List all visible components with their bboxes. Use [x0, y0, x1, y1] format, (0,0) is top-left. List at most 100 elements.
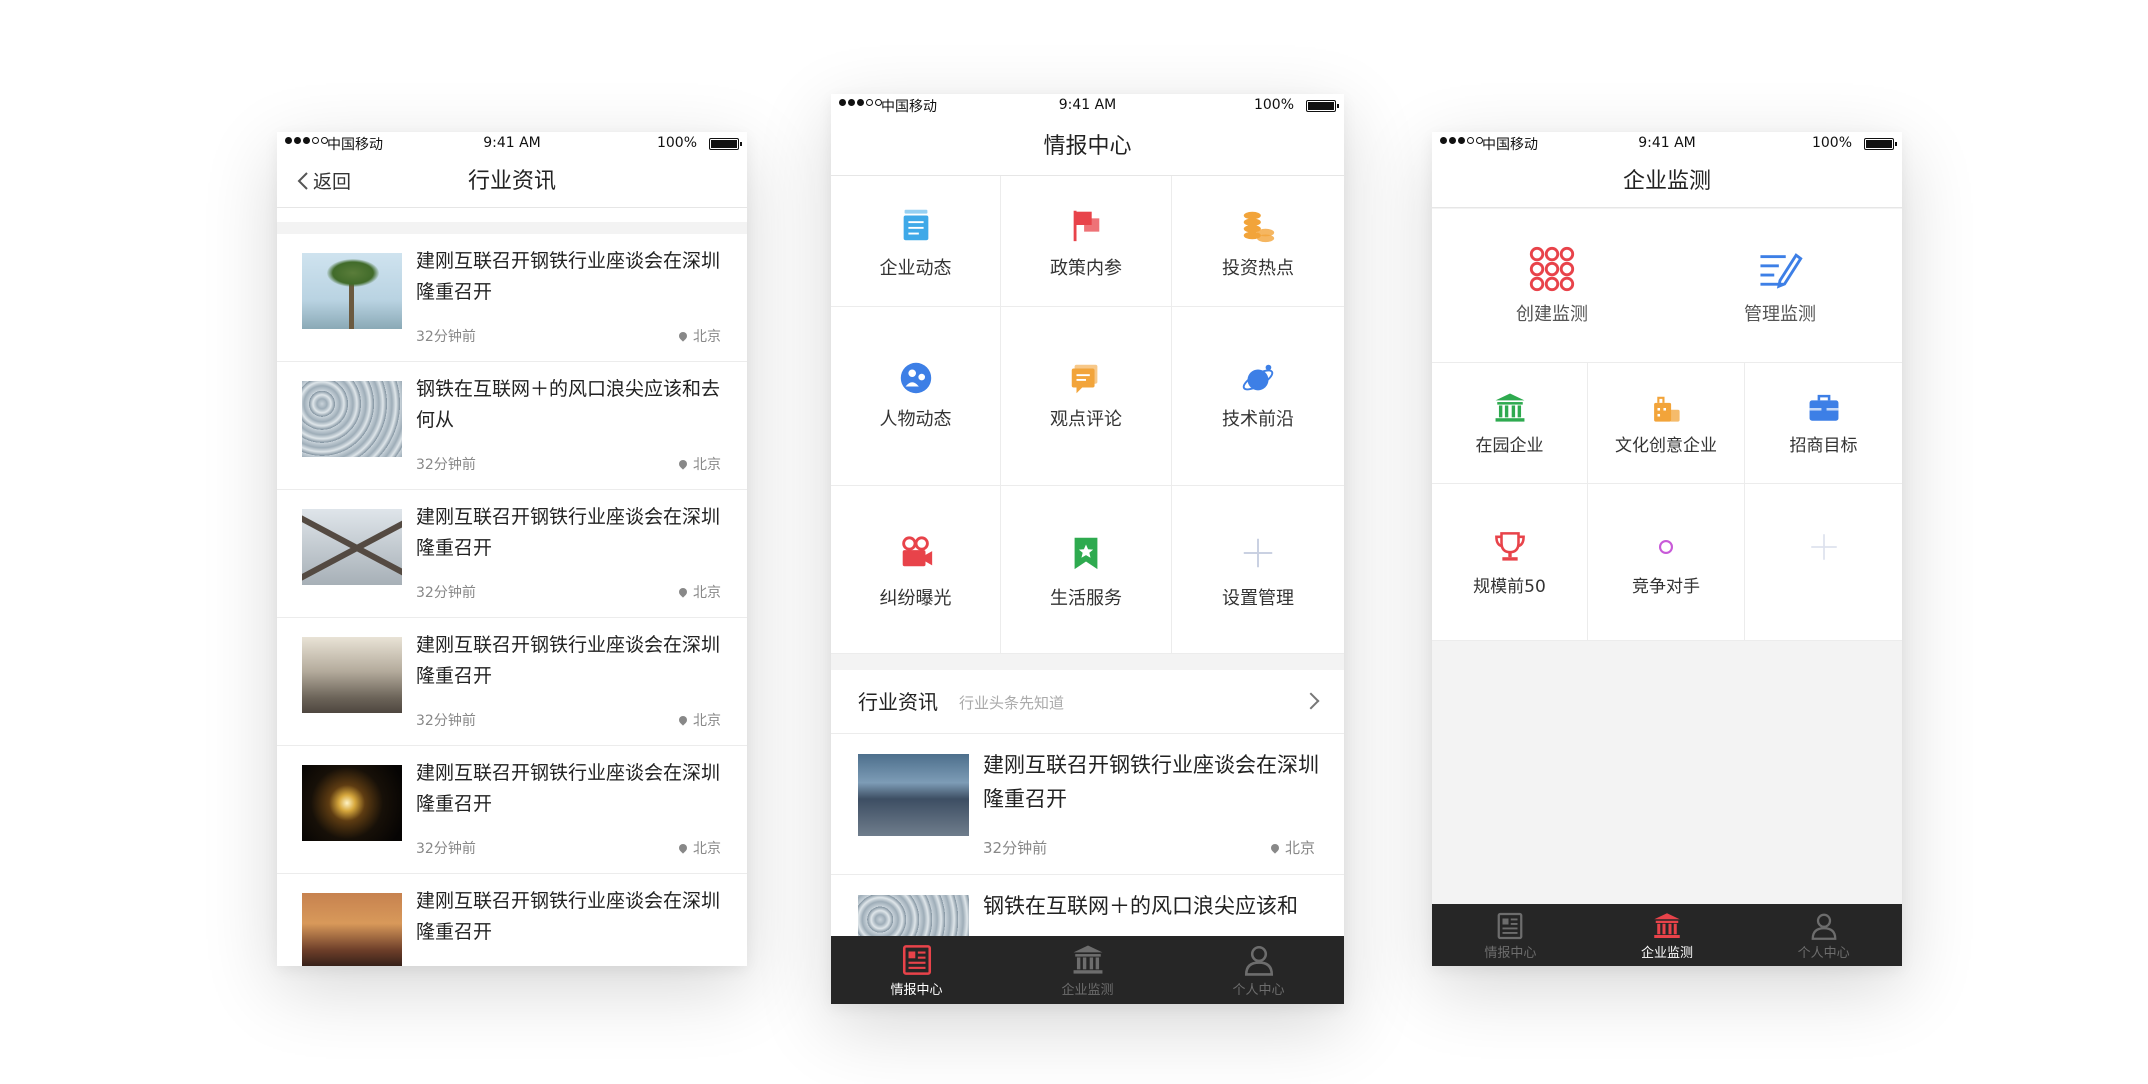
- menu-item-label: 招商目标: [1789, 436, 1858, 456]
- menu-item-label: 在园企业: [1475, 436, 1544, 456]
- building-icon: [1649, 391, 1683, 429]
- menu-item[interactable]: 生活服务: [1001, 486, 1172, 654]
- news-time: 32分钟前: [416, 457, 476, 473]
- newspaper-icon: [831, 936, 1002, 977]
- nav-bar: 情报中心: [831, 118, 1344, 176]
- flag-icon: [1067, 206, 1105, 248]
- menu-item[interactable]: 设置管理: [1172, 486, 1344, 654]
- news-title: 建刚互联召开钢铁行业座谈会在深圳隆重召开: [416, 762, 721, 815]
- news-location-text: 北京: [693, 713, 721, 729]
- edit-list-icon: [1757, 246, 1803, 296]
- menu-item-label: 纠纷曝光: [879, 588, 952, 609]
- news-location-text: 北京: [693, 329, 721, 345]
- intel-menu-grid: 企业动态 政策内参 投资热点 人物动态 观点评论 技术前沿 纠纷曝光 生活服务 …: [831, 176, 1344, 654]
- location-pin-icon: [677, 586, 689, 598]
- menu-item[interactable]: [1745, 484, 1902, 641]
- bookmark-star-icon: [1067, 534, 1105, 576]
- tab-newspaper[interactable]: 情报中心: [1432, 904, 1589, 961]
- battery-icon: [709, 138, 742, 150]
- bank-icon: [1589, 904, 1746, 941]
- page-title: 行业资讯: [467, 169, 556, 194]
- menu-item[interactable]: 投资热点: [1172, 176, 1344, 307]
- news-thumbnail: [302, 765, 402, 841]
- menu-item-label: 竞争对手: [1632, 577, 1700, 597]
- industry-news-header[interactable]: 行业资讯 行业头条先知道: [831, 670, 1344, 734]
- news-item[interactable]: 建刚互联召开钢铁行业座谈会在深圳隆重召开 32分钟前 北京: [277, 234, 747, 362]
- tab-person[interactable]: 个人中心: [1745, 904, 1902, 961]
- page-title: 企业监测: [1622, 169, 1711, 194]
- news-location: 北京: [677, 326, 721, 346]
- satellite-icon: [1239, 359, 1277, 401]
- menu-item[interactable]: 文化创意企业: [1588, 363, 1745, 484]
- tab-bank[interactable]: 企业监测: [1002, 936, 1173, 998]
- news-time: 32分钟前: [983, 839, 1048, 857]
- menu-item[interactable]: 竞争对手: [1588, 484, 1745, 641]
- battery-icon: [1306, 100, 1339, 112]
- tab-label: 个人中心: [1232, 983, 1285, 998]
- tab-newspaper[interactable]: 情报中心: [831, 936, 1002, 998]
- menu-item-label: 技术前沿: [1222, 409, 1294, 430]
- menu-item-label: 投资热点: [1222, 258, 1294, 279]
- news-thumbnail: [302, 893, 402, 966]
- news-thumbnail: [302, 381, 402, 457]
- person-icon: [1173, 936, 1344, 977]
- news-item[interactable]: 建刚互联召开钢铁行业座谈会在深圳隆重召开 32分钟前 北京: [277, 746, 747, 874]
- manage-monitor-button[interactable]: 管理监测: [1720, 209, 1840, 363]
- news-time: 32分钟前: [416, 329, 476, 345]
- news-location-text: 北京: [693, 457, 721, 473]
- phone-intel-center: 中国移动 9:41 AM 100% 情报中心 企业动态 政策内参 投资热点 人物…: [831, 94, 1344, 1004]
- create-monitor-button[interactable]: 创建监测: [1492, 209, 1612, 363]
- phone-enterprise-monitor: 中国移动 9:41 AM 100% 企业监测 创建监测 管理监测 在园企业 文化…: [1432, 132, 1902, 966]
- menu-item-label: 企业动态: [879, 258, 952, 279]
- tab-bar: 情报中心 企业监测 个人中心: [831, 936, 1344, 1004]
- news-item[interactable]: 建刚互联召开钢铁行业座谈会在深圳隆重召开 32分钟前 北京: [831, 734, 1344, 875]
- briefcase-icon: [1807, 391, 1841, 429]
- news-item[interactable]: 建刚互联召开钢铁行业座谈会在深圳隆重召开 32分钟前 北京: [277, 618, 747, 746]
- menu-item[interactable]: 技术前沿: [1172, 307, 1344, 486]
- menu-item[interactable]: 观点评论: [1001, 307, 1172, 486]
- news-title: 建刚互联召开钢铁行业座谈会在深圳隆重召开: [416, 250, 721, 303]
- location-pin-icon: [677, 458, 689, 470]
- bank-icon: [1002, 936, 1173, 977]
- action-label: 管理监测: [1744, 304, 1816, 325]
- news-time: 32分钟前: [416, 841, 476, 857]
- menu-item-label: 观点评论: [1050, 409, 1122, 430]
- people-icon: [897, 359, 935, 401]
- section-subtitle: 行业头条先知道: [959, 694, 1065, 712]
- monitor-menu-grid: 在园企业 文化创意企业 招商目标 规模前50 竞争对手: [1432, 363, 1902, 641]
- location-pin-icon: [677, 714, 689, 726]
- news-item[interactable]: 建刚互联召开钢铁行业座谈会在深圳隆重召开 32分钟前 北京: [277, 490, 747, 618]
- news-item[interactable]: 建刚互联召开钢铁行业座谈会在深圳隆重召开 32分钟前 北京: [277, 874, 747, 966]
- menu-item-label: 生活服务: [1050, 588, 1122, 609]
- news-location: 北京: [677, 710, 721, 730]
- tab-person[interactable]: 个人中心: [1173, 936, 1344, 998]
- status-bar: 中国移动 9:41 AM 100%: [277, 132, 747, 156]
- menu-item[interactable]: 纠纷曝光: [831, 486, 1001, 654]
- tab-bank[interactable]: 企业监测: [1589, 904, 1746, 961]
- battery-percent: 100%: [1811, 135, 1852, 151]
- news-item[interactable]: 钢铁在互联网＋的风口浪尖应该和去何从 32分钟前 北京: [277, 362, 747, 490]
- monitor-actions: 创建监测 管理监测: [1432, 209, 1902, 363]
- news-thumbnail: [858, 754, 969, 836]
- tab-bar: 情报中心 企业监测 个人中心: [1432, 904, 1902, 966]
- section-spacer: [831, 654, 1344, 670]
- news-location: 北京: [677, 454, 721, 474]
- phone-industry-news: 中国移动 9:41 AM 100% 返回 行业资讯 建刚互联召开钢铁行业座谈会在…: [277, 132, 747, 966]
- menu-item[interactable]: 企业动态: [831, 176, 1001, 307]
- person-icon: [1745, 904, 1902, 941]
- plus-icon: [1807, 530, 1841, 568]
- location-pin-icon: [1269, 842, 1281, 854]
- bank-icon: [1493, 391, 1527, 429]
- menu-item[interactable]: 招商目标: [1745, 363, 1902, 484]
- tab-label: 个人中心: [1797, 946, 1850, 961]
- menu-item[interactable]: 人物动态: [831, 307, 1001, 486]
- menu-item[interactable]: 政策内参: [1001, 176, 1172, 307]
- news-thumbnail: [302, 253, 402, 329]
- menu-item[interactable]: 规模前50: [1432, 484, 1588, 641]
- dots-grid-icon: [1529, 246, 1575, 296]
- menu-item-label: 设置管理: [1222, 588, 1294, 609]
- menu-item[interactable]: 在园企业: [1432, 363, 1588, 484]
- news-location: 北京: [677, 838, 721, 858]
- menu-item-label: 政策内参: [1050, 258, 1122, 279]
- news-title: 建刚互联召开钢铁行业座谈会在深圳隆重召开: [983, 753, 1319, 811]
